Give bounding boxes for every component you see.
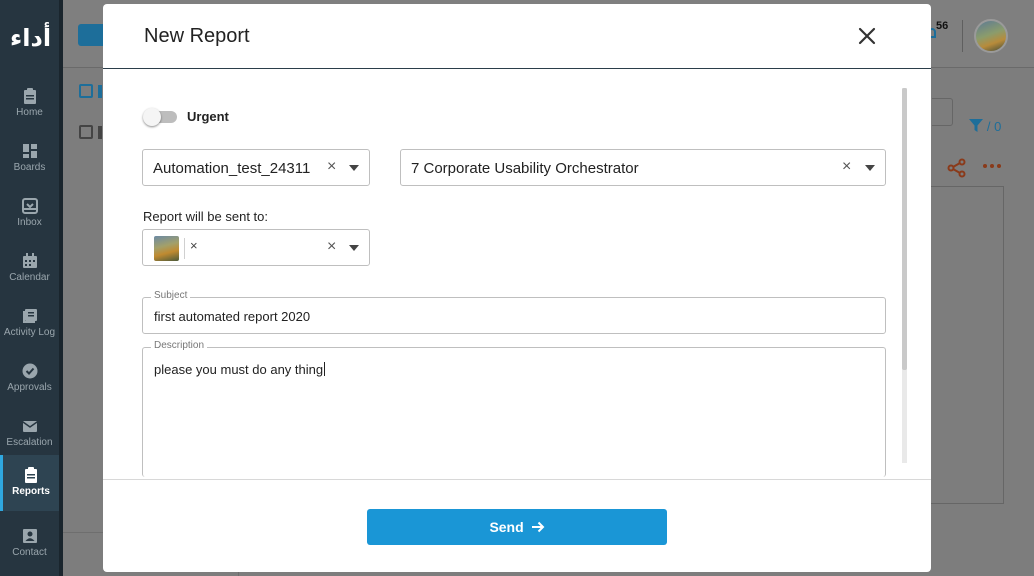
chevron-down-icon[interactable] [865,165,875,171]
report-icon [25,467,37,483]
filter-icon [969,119,983,132]
send-label: Send [489,519,524,535]
toggle-knob [143,108,161,126]
filter-control[interactable]: / 0 [969,118,1001,134]
sidebar-item-reports[interactable]: Reports [0,455,59,511]
sidebar-item-contact[interactable]: Contact [0,518,59,573]
sidebar-item-label: Activity Log [3,327,56,338]
sidebar: أداء Home Boards Inbox Calendar Activity… [0,0,59,576]
subject-field[interactable]: Subject first automated report 2020 [142,290,886,334]
sidebar-item-home[interactable]: Home [0,78,59,133]
chevron-down-icon[interactable] [349,165,359,171]
card-select-value: 7 Corporate Usability Orchestrator [411,160,639,177]
board-select-value: Automation_test_24311 [153,160,311,177]
sidebar-item-calendar[interactable]: Calendar [0,243,59,298]
description-input[interactable]: please you must do any thing [154,362,326,377]
calendar-icon [22,253,37,268]
sidebar-item-label: Inbox [17,217,42,228]
contact-icon [22,529,37,543]
divider [63,532,103,533]
sidebar-item-label: Reports [12,486,50,497]
description-text: please you must do any thing [154,362,324,377]
remove-recipient-icon[interactable]: × [190,238,198,253]
recipient-avatar [154,236,179,261]
new-report-dialog: New Report Urgent Automation_test_24311 … [103,4,931,572]
dialog-header: New Report [103,4,931,69]
subject-input[interactable]: first automated report 2020 [154,309,310,324]
list-icon [22,309,37,323]
sidebar-item-boards[interactable]: Boards [0,133,59,188]
sidebar-item-inbox[interactable]: Inbox [0,188,59,243]
subject-legend: Subject [151,290,191,301]
clipboard-icon [23,88,36,104]
clear-icon[interactable]: × [842,158,851,176]
inbox-icon [21,198,38,214]
filter-count: / 0 [986,119,1002,134]
description-field[interactable]: Description please you must do any thing [142,340,886,477]
grid-icon [22,144,37,158]
clear-icon[interactable]: × [327,158,336,176]
sidebar-item-activity-log[interactable]: Activity Log [0,298,59,353]
sidebar-item-label: Contact [12,547,47,558]
urgent-toggle[interactable] [143,108,179,126]
more-options-icon[interactable] [982,160,1002,180]
sidebar-item-label: Approvals [7,382,52,393]
list-label [98,126,102,139]
dialog-scrollbar-thumb[interactable] [902,88,907,370]
app-logo[interactable]: أداء [10,24,51,54]
inbox-icon[interactable] [79,84,93,98]
mail-icon [22,421,37,432]
header-divider [962,20,963,52]
clear-icon[interactable]: × [327,238,336,256]
sidebar-item-approvals[interactable]: Approvals [0,353,59,408]
notification-count: 56 [936,20,949,32]
description-legend: Description [151,340,208,351]
chevron-down-icon[interactable] [349,245,359,251]
share-icon[interactable] [947,158,967,178]
text-caret [324,362,326,376]
dialog-title: New Report [144,25,250,47]
chip-separator [184,238,185,259]
content-panel [931,186,1004,504]
board-select[interactable]: Automation_test_24311 × [142,149,370,186]
sidebar-item-label: Escalation [6,437,53,448]
card-select[interactable]: 7 Corporate Usability Orchestrator × [400,149,886,186]
user-avatar[interactable] [974,19,1008,53]
sidebar-item-label: Boards [13,162,46,173]
sent-to-label: Report will be sent to: [143,209,269,224]
close-icon[interactable] [855,24,879,48]
sidebar-item-label: Calendar [9,272,50,283]
send-button[interactable]: Send [367,509,667,545]
arrow-right-icon [531,521,544,533]
check-circle-icon [22,363,37,379]
sidebar-item-label: Home [16,107,43,118]
urgent-label: Urgent [187,109,229,124]
list-label [98,85,102,98]
search-input[interactable] [932,98,953,126]
recipients-select[interactable]: × × [142,229,370,266]
archive-icon[interactable] [79,125,93,139]
dialog-footer: Send [103,479,931,572]
